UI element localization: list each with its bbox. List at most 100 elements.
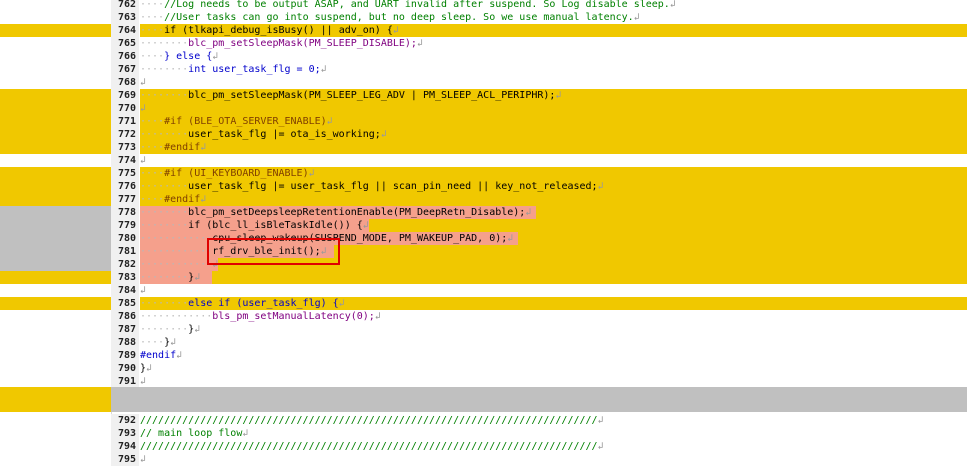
code-line[interactable]: 769 ········blc_pm_setSleepMask(PM_SLEEP_… (0, 89, 967, 102)
return-icon: ↲ (212, 51, 219, 62)
code-line[interactable]: 770 ↲ (0, 102, 967, 115)
line-number: 784 (111, 284, 139, 297)
line-number: 795 (111, 453, 139, 466)
code-text: } else { (164, 51, 213, 62)
line-number: 773 (111, 141, 139, 154)
indent-dots: ···· (140, 12, 165, 23)
diff-marker (0, 271, 111, 284)
line-number: 771 (111, 115, 139, 128)
return-icon: ↲ (669, 0, 676, 10)
code-line[interactable]: 782 ············↲ (0, 258, 967, 271)
code-text: #endif (164, 194, 201, 205)
return-icon: ↲ (140, 285, 147, 296)
indent-dots: ········ (140, 38, 189, 49)
line-content: ////////////////////////////////////////… (140, 414, 967, 427)
code-line[interactable]: 790}↲ (0, 362, 967, 375)
line-content: ////////////////////////////////////////… (140, 440, 967, 453)
code-text: // main loop flow (140, 428, 243, 439)
code-line[interactable]: 762 ····//Log needs to be output ASAP, an… (0, 0, 967, 11)
code-text: blc_pm_setSleepMask(PM_SLEEP_DISABLE); (188, 38, 417, 49)
diff-marker (0, 362, 111, 375)
line-number: 764 (111, 24, 139, 37)
return-icon: ↲ (308, 168, 315, 179)
diff-marker (0, 180, 111, 193)
code-line[interactable]: 767 ········int user_task_flg = 0;↲ (0, 63, 967, 76)
line-content: ····//User tasks can go into suspend, bu… (140, 11, 967, 24)
code-line[interactable]: 768 ↲ (0, 76, 967, 89)
code-line[interactable]: 771 ····#if (BLE_OTA_SERVER_ENABLE)↲ (0, 115, 967, 128)
diff-marker (0, 128, 111, 141)
code-text: if (tlkapi_debug_isBusy() || adv_on) { (164, 25, 393, 36)
diff-marker (0, 297, 111, 310)
return-icon: ↲ (392, 25, 399, 36)
code-line[interactable]: 794/////////////////////////////////////… (0, 440, 967, 453)
code-line[interactable]: 788 ····}↲ (0, 336, 967, 349)
code-line[interactable]: 780 ············cpu_sleep_wakeup(SUSPEND_… (0, 232, 967, 245)
line-number: 763 (111, 11, 139, 24)
line-number: 788 (111, 336, 139, 349)
line-content: ········user_task_flg |= ota_is_working;… (140, 128, 967, 141)
return-icon: ↲ (362, 220, 369, 231)
code-line[interactable]: 778 ········blc_pm_setDeepsleepRetentionE… (0, 206, 967, 219)
line-content: ····if (tlkapi_debug_isBusy() || adv_on)… (140, 24, 967, 37)
code-line[interactable]: 781 ············rf_drv_ble_init();↲ (0, 245, 967, 258)
code-line[interactable]: 777 ····#endif↲ (0, 193, 967, 206)
code-line[interactable]: 763 ····//User tasks can go into suspend,… (0, 11, 967, 24)
line-number: 769 (111, 89, 139, 102)
line-content: }↲ (140, 362, 967, 375)
indent-dots: ········ (140, 298, 189, 309)
diff-marker (0, 115, 111, 128)
diff-marker (0, 349, 111, 362)
diff-gap-left (0, 387, 111, 412)
code-line[interactable]: 792/////////////////////////////////////… (0, 414, 967, 427)
indent-dots: ············ (140, 233, 213, 244)
line-content: ····//Log needs to be output ASAP, and U… (140, 0, 967, 11)
return-icon: ↲ (380, 129, 387, 140)
code-line[interactable]: 786 ············bls_pm_setManualLatency(0… (0, 310, 967, 323)
code-line[interactable]: 772 ········user_task_flg |= ota_is_worki… (0, 128, 967, 141)
code-text: //User tasks can go into suspend, but no… (164, 12, 634, 23)
code-line[interactable]: 774 ↲ (0, 154, 967, 167)
code-line[interactable]: 789 #endif↲ (0, 349, 967, 362)
diff-gap-right (111, 387, 967, 412)
code-line[interactable]: 787 ········}↲ (0, 323, 967, 336)
line-number: 783 (111, 271, 139, 284)
line-number: 794 (111, 440, 139, 453)
code-text: else if (user_task_flg) { (188, 298, 339, 309)
code-line[interactable]: 765 ········blc_pm_setSleepMask(PM_SLEEP_… (0, 37, 967, 50)
line-content: ↲ (140, 154, 967, 167)
code-line[interactable]: 776 ········user_task_flg |= user_task_fl… (0, 180, 967, 193)
code-line[interactable]: 784 ↲ (0, 284, 967, 297)
code-line[interactable]: 775 ····#if (UI_KEYBOARD_ENABLE)↲ (0, 167, 967, 180)
line-content: ····#if (UI_KEYBOARD_ENABLE)↲ (140, 167, 967, 180)
line-content: ····} else {↲ (140, 50, 967, 63)
code-line[interactable]: 764 ····if (tlkapi_debug_isBusy() || adv_… (0, 24, 967, 37)
code-line[interactable]: 773 ····#endif↲ (0, 141, 967, 154)
diff-marker (0, 63, 111, 76)
line-number: 778 (111, 206, 139, 219)
code-text: #endif (140, 350, 177, 361)
indent-dots: ············ (140, 246, 213, 257)
code-text: #endif (164, 142, 201, 153)
diff-marker (0, 89, 111, 102)
diff-marker (0, 50, 111, 63)
code-text: int user_task_flg = 0; (188, 64, 321, 75)
code-line[interactable]: 779 ········if (blc_ll_isBleTaskIdle()) {… (0, 219, 967, 232)
line-content: #endif↲ (140, 349, 967, 362)
diff-marker (0, 258, 111, 271)
code-line[interactable]: 795 ↲ (0, 453, 967, 466)
code-line[interactable]: 766 ····} else {↲ (0, 50, 967, 63)
indent-dots: ···· (140, 0, 165, 10)
return-icon: ↲ (597, 441, 604, 452)
line-number: 767 (111, 63, 139, 76)
diff-marker (0, 284, 111, 297)
line-content: ········if (blc_ll_isBleTaskIdle()) {↲ (140, 219, 967, 232)
code-line[interactable]: 783 ········}↲ (0, 271, 967, 284)
code-line[interactable]: 785 ········else if (user_task_flg) {↲ (0, 297, 967, 310)
indent-dots: ········ (140, 272, 189, 283)
diff-marker (0, 440, 111, 453)
return-icon: ↲ (507, 233, 514, 244)
line-content: ····#if (BLE_OTA_SERVER_ENABLE)↲ (140, 115, 967, 128)
code-line[interactable]: 793// main loop flow↲ (0, 427, 967, 440)
line-content: ········int user_task_flg = 0;↲ (140, 63, 967, 76)
